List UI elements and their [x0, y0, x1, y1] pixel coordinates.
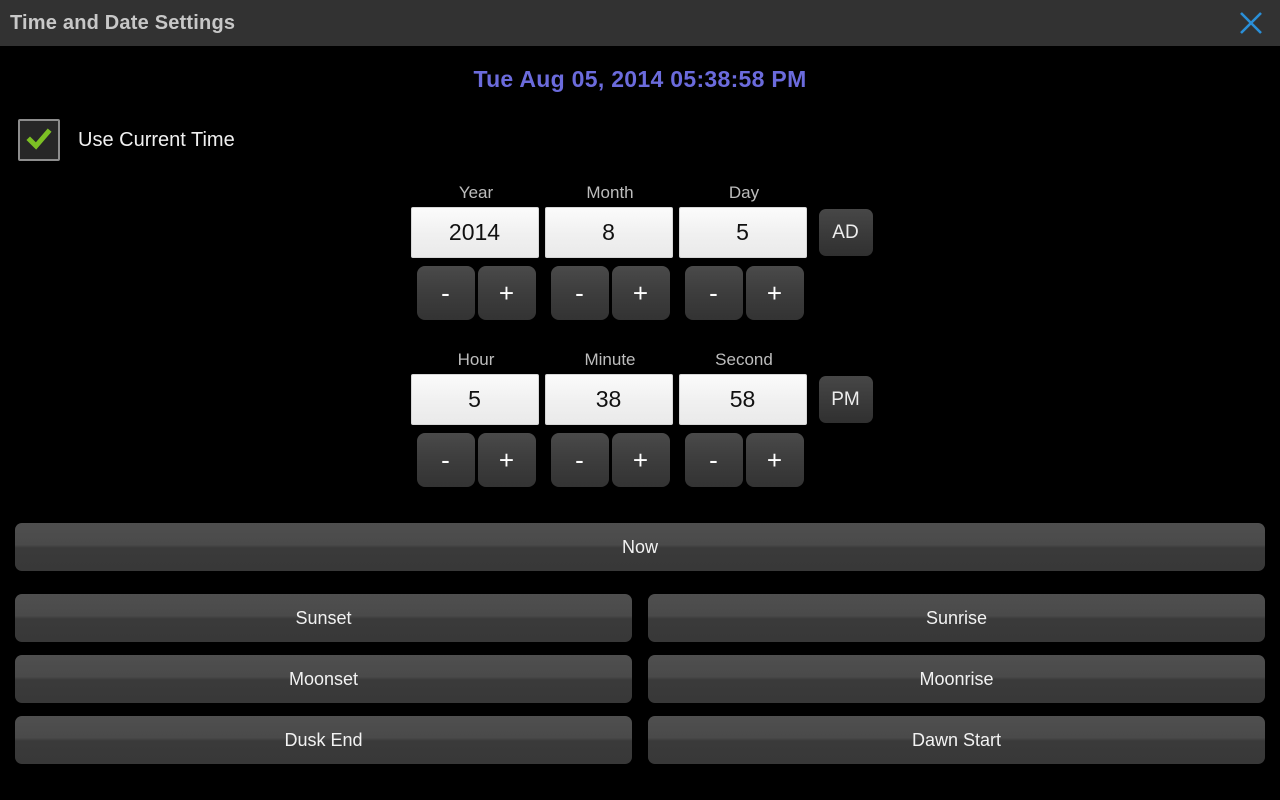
year-stepper-group: - + [409, 266, 543, 320]
time-labels-row: Hour Minute Second [0, 350, 1280, 370]
day-label: Day [728, 183, 760, 202]
day-stepper-group: - + [677, 266, 811, 320]
year-input[interactable]: 2014 [410, 207, 539, 258]
dusk-end-button[interactable]: Dusk End [15, 716, 632, 764]
window-title: Time and Date Settings [10, 11, 236, 34]
time-field-group: Hour Minute Second 5 38 58 PM - + - + - … [0, 350, 1280, 487]
second-stepper-group: - + [677, 433, 811, 487]
day-input[interactable]: 5 [678, 207, 807, 258]
day-increment-button[interactable]: + [745, 266, 804, 320]
minute-decrement-button[interactable]: - [550, 433, 609, 487]
minute-label: Minute [584, 350, 636, 369]
minute-stepper-group: - + [543, 433, 677, 487]
second-decrement-button[interactable]: - [684, 433, 743, 487]
close-icon[interactable] [1234, 6, 1268, 40]
date-field-group: Year Month Day 2014 8 5 AD - + - + - + [0, 183, 1280, 320]
hour-input[interactable]: 5 [410, 374, 539, 425]
era-button[interactable]: AD [818, 209, 873, 256]
now-button[interactable]: Now [15, 523, 1265, 571]
sunrise-button[interactable]: Sunrise [648, 594, 1265, 642]
second-increment-button[interactable]: + [745, 433, 804, 487]
event-row-twilight: Dusk End Dawn Start [15, 716, 1265, 764]
dawn-start-button[interactable]: Dawn Start [648, 716, 1265, 764]
event-buttons-grid: Sunset Sunrise Moonset Moonrise Dusk End… [0, 594, 1280, 764]
settings-content: Tue Aug 05, 2014 05:38:58 PM Use Current… [0, 46, 1280, 800]
moonrise-button[interactable]: Moonrise [648, 655, 1265, 703]
moonset-button[interactable]: Moonset [15, 655, 632, 703]
time-steppers-row: - + - + - + [0, 433, 1280, 487]
minute-input[interactable]: 38 [544, 374, 673, 425]
month-input[interactable]: 8 [544, 207, 673, 258]
sunset-button[interactable]: Sunset [15, 594, 632, 642]
day-decrement-button[interactable]: - [684, 266, 743, 320]
date-labels-row: Year Month Day [0, 183, 1280, 203]
check-icon [26, 128, 52, 150]
hour-label: Hour [457, 350, 495, 369]
second-input[interactable]: 58 [678, 374, 807, 425]
event-row-sun: Sunset Sunrise [15, 594, 1265, 642]
hour-increment-button[interactable]: + [477, 433, 536, 487]
hour-stepper-group: - + [409, 433, 543, 487]
window-titlebar: Time and Date Settings [0, 0, 1280, 46]
year-decrement-button[interactable]: - [416, 266, 475, 320]
current-datetime-display: Tue Aug 05, 2014 05:38:58 PM [473, 66, 807, 92]
date-steppers-row: - + - + - + [0, 266, 1280, 320]
date-fields-row: 2014 8 5 AD [0, 207, 1280, 258]
event-row-moon: Moonset Moonrise [15, 655, 1265, 703]
minute-increment-button[interactable]: + [611, 433, 670, 487]
month-increment-button[interactable]: + [611, 266, 670, 320]
year-label: Year [458, 183, 494, 202]
year-increment-button[interactable]: + [477, 266, 536, 320]
ampm-button[interactable]: PM [818, 376, 873, 423]
hour-decrement-button[interactable]: - [416, 433, 475, 487]
month-decrement-button[interactable]: - [550, 266, 609, 320]
month-label: Month [586, 183, 634, 202]
use-current-time-label: Use Current Time [78, 128, 235, 151]
use-current-time-checkbox[interactable] [18, 119, 60, 161]
time-fields-row: 5 38 58 PM [0, 374, 1280, 425]
second-label: Second [715, 350, 773, 369]
use-current-time-row[interactable]: Use Current Time [0, 119, 1280, 161]
now-button-row: Now [0, 523, 1280, 571]
month-stepper-group: - + [543, 266, 677, 320]
